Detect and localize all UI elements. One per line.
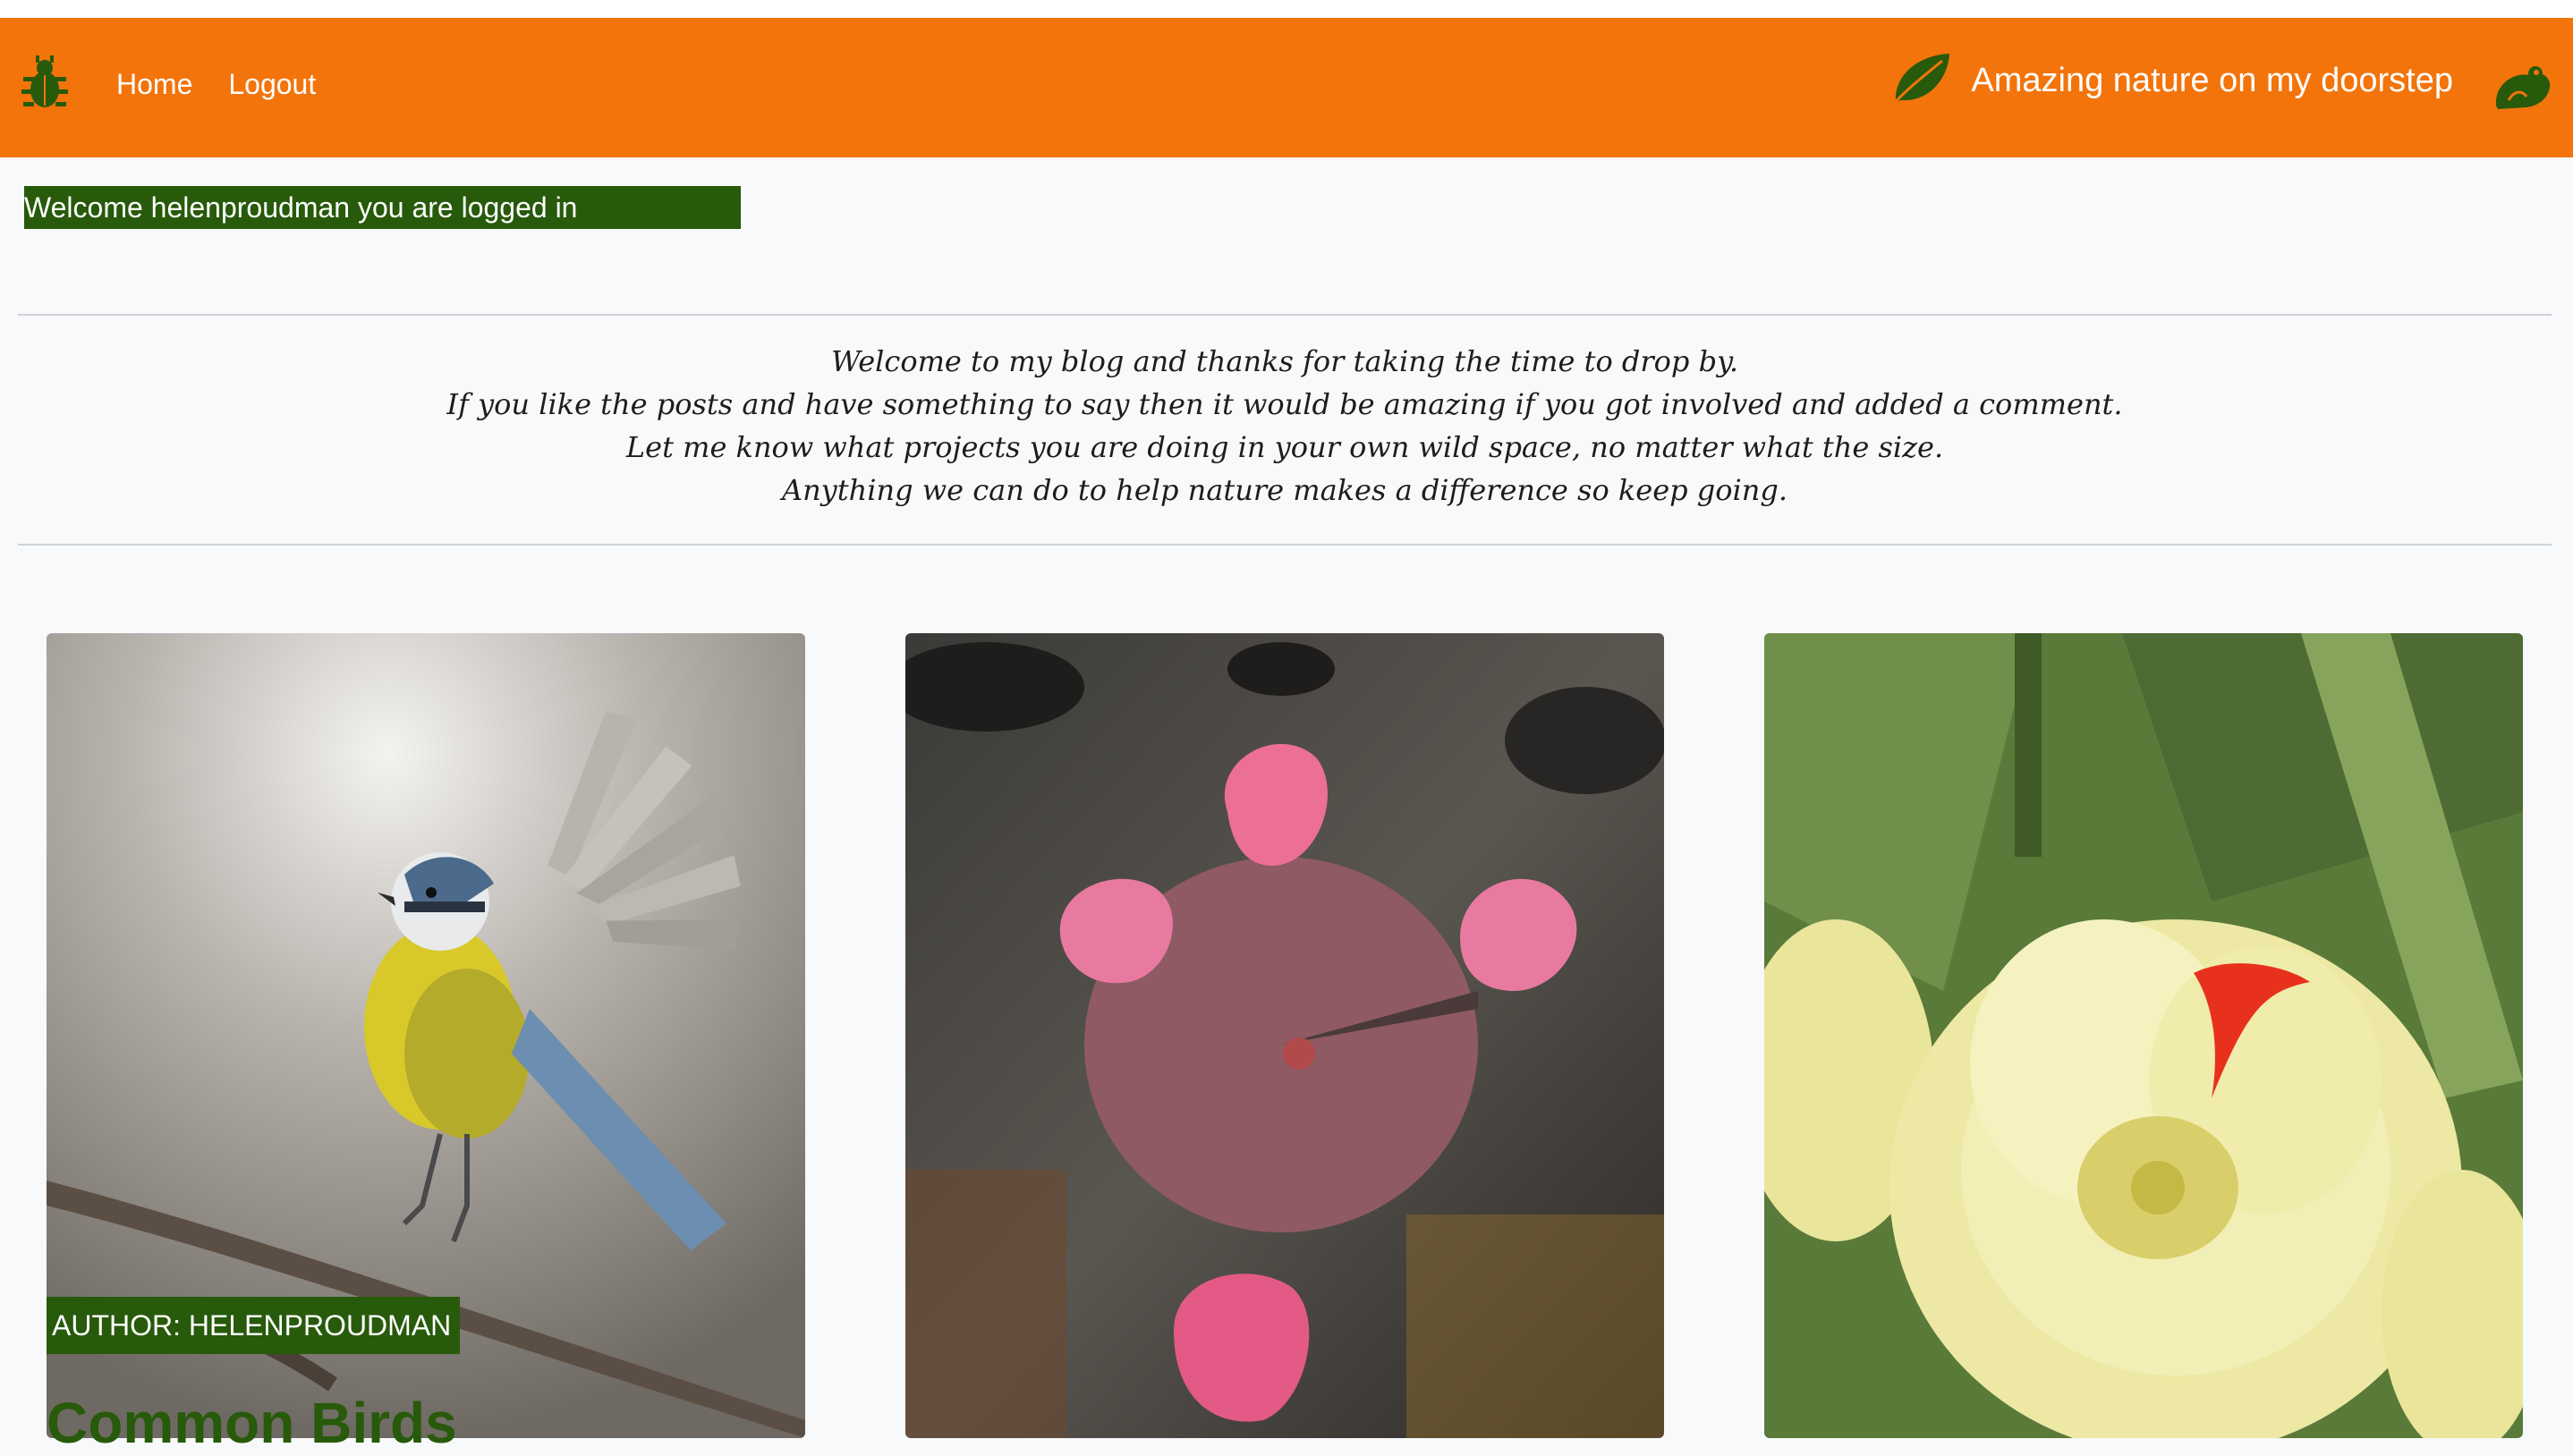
nav-home-link[interactable]: Home <box>116 68 192 101</box>
bug-icon[interactable] <box>16 54 73 115</box>
divider-top <box>18 314 2552 316</box>
post-card[interactable] <box>1764 633 2523 1438</box>
post-card[interactable] <box>905 633 1664 1438</box>
brand-title: Amazing nature on my doorstep <box>1971 62 2453 99</box>
nav-logout-link[interactable]: Logout <box>228 68 316 101</box>
yellow-tulip-photo[interactable] <box>1764 633 2523 1438</box>
post-card[interactable]: AUTHOR: HELENPROUDMAN <box>47 633 805 1438</box>
water-lily-photo[interactable] <box>905 633 1664 1438</box>
frog-icon <box>2491 61 2555 115</box>
author-badge: AUTHOR: HELENPROUDMAN <box>47 1297 461 1354</box>
intro-line-4: Anything we can do to help nature makes … <box>781 473 1788 507</box>
intro-line-1: Welcome to my blog and thanks for taking… <box>830 344 1739 378</box>
intro-line-3: Let me know what projects you are doing … <box>625 430 1944 464</box>
leaf-icon <box>1889 50 1953 112</box>
intro-line-2: If you like the posts and have something… <box>446 387 2123 421</box>
divider-bottom <box>18 544 2552 546</box>
top-strip <box>0 0 2573 18</box>
nav-left: Home Logout <box>16 54 316 115</box>
intro-text: Welcome to my blog and thanks for taking… <box>18 340 2552 512</box>
welcome-message: Welcome helenproudman you are logged in <box>24 186 741 229</box>
brand[interactable]: Amazing nature on my doorstep <box>1889 50 2475 112</box>
post-title[interactable]: Common Birds <box>47 1390 457 1456</box>
navbar: Home Logout Amazing nature on my doorste… <box>0 18 2573 157</box>
